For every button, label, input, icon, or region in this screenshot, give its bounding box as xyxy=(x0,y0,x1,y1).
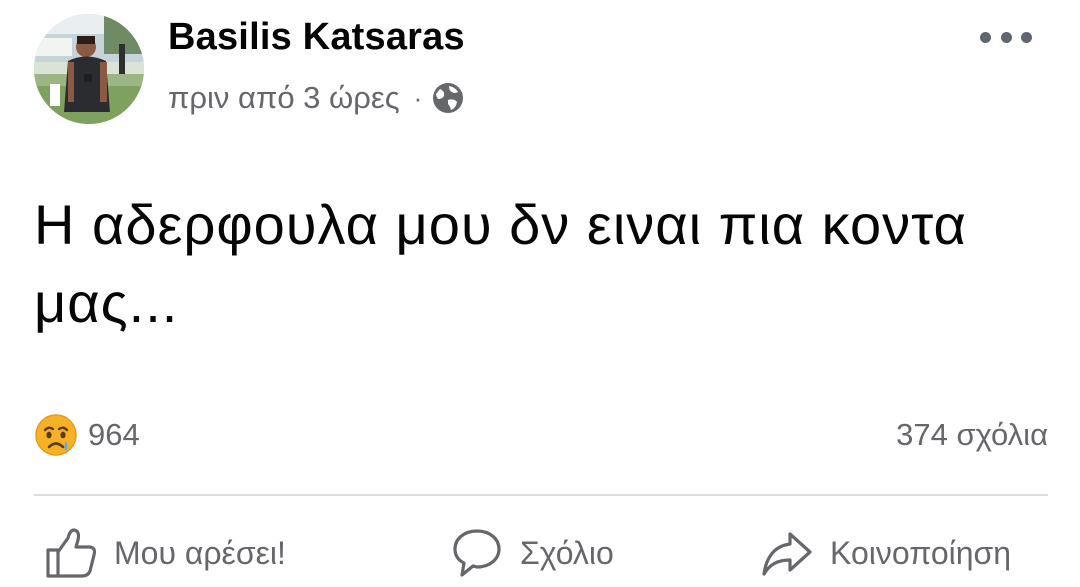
comments-count[interactable]: 374 σχόλια xyxy=(896,410,1048,460)
reactions-summary[interactable]: 964 xyxy=(34,410,140,460)
divider xyxy=(34,494,1048,496)
crying-face-icon xyxy=(34,413,78,457)
more-options-button[interactable] xyxy=(980,22,1032,52)
comment-button[interactable]: Σχόλιο xyxy=(450,522,614,584)
post-header: Basilis Katsaras πριν από 3 ώρες · xyxy=(0,0,1080,140)
reactions-count: 964 xyxy=(88,417,140,452)
more-dots-icon xyxy=(980,31,991,43)
like-label: Μου αρέσει! xyxy=(114,534,286,571)
meta-separator: · xyxy=(413,82,423,113)
share-label: Κοινοποίηση xyxy=(830,534,1012,571)
author-name[interactable]: Basilis Katsaras xyxy=(168,16,465,59)
more-dots-icon xyxy=(1000,31,1012,43)
comment-label: Σχόλιο xyxy=(520,534,614,571)
post-text: Η αδερφουλα μου δν ειναι πια κοντα μας..… xyxy=(34,193,967,334)
globe-icon[interactable] xyxy=(432,82,464,114)
more-dots-icon xyxy=(1021,31,1032,43)
thumbs-up-icon xyxy=(46,528,97,578)
author-avatar[interactable] xyxy=(34,14,144,124)
share-button[interactable]: Κοινοποίηση xyxy=(760,522,1011,584)
like-button[interactable]: Μου αρέσει! xyxy=(44,522,286,584)
share-arrow-icon xyxy=(762,532,812,576)
post-meta: πριν από 3 ώρες · xyxy=(168,78,464,118)
post-time[interactable]: πριν από 3 ώρες xyxy=(168,80,400,116)
avatar-photo xyxy=(34,14,144,124)
speech-bubble-icon xyxy=(453,529,501,577)
post-actions: Μου αρέσει! Σχόλιο Κοινοποίηση xyxy=(0,522,1080,587)
